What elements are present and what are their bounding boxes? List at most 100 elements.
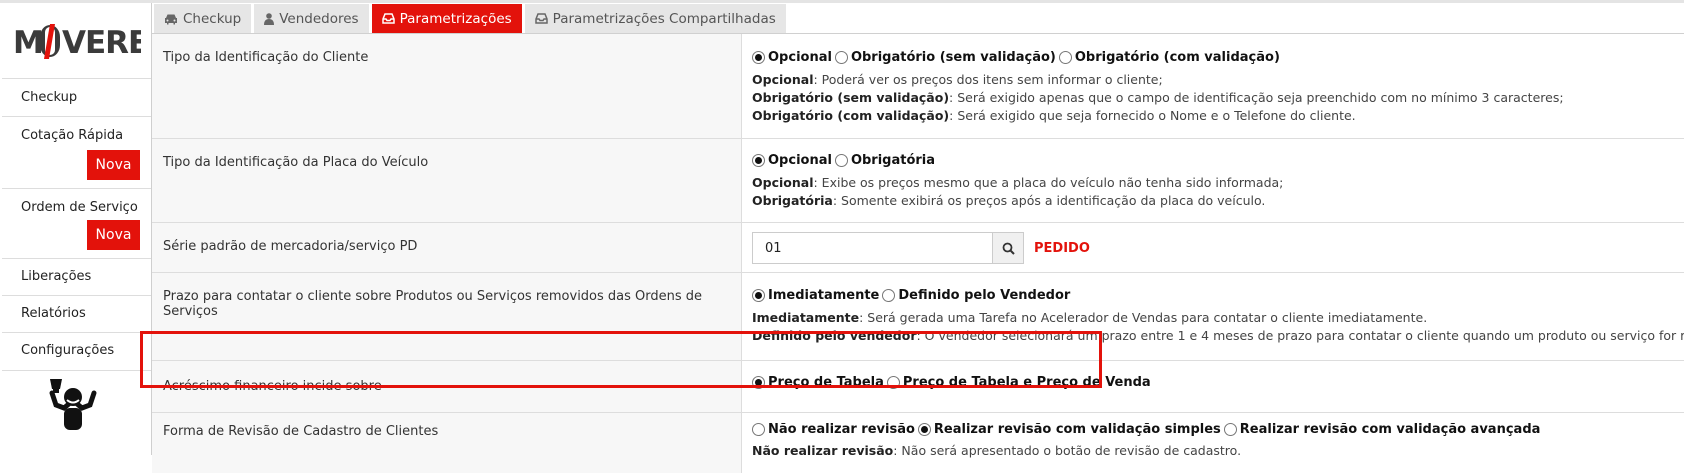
- search-button[interactable]: [993, 232, 1024, 264]
- trophy-mascot-icon: [42, 375, 104, 435]
- tab-label: Vendedores: [279, 11, 358, 27]
- description-text: : Somente exibirá os preços após a ident…: [833, 193, 1266, 208]
- description-text: : Não será apresentado o botão de revisã…: [893, 443, 1241, 458]
- sidebar-item-relatorios[interactable]: Relatórios: [2, 296, 151, 333]
- sidebar-item-liberacoes[interactable]: Liberações: [2, 259, 151, 296]
- radio-opcional[interactable]: [752, 154, 765, 167]
- top-border: [0, 0, 1684, 3]
- radio-label[interactable]: Realizar revisão com validação avançada: [1240, 422, 1541, 437]
- setting-description: Definido pelo vendedor: O vendedor selec…: [752, 328, 1684, 343]
- radio-group: Opcional Obrigatório (sem validação) Obr…: [752, 50, 1283, 65]
- radio-group: Preço de Tabela Preço de Tabela e Preço …: [752, 375, 1154, 390]
- radio-group: Imediatamente Definido pelo Vendedor: [752, 288, 1073, 303]
- inbox-icon: [382, 13, 395, 24]
- svg-text:M: M: [13, 25, 44, 60]
- settings-row-revisao-cadastro: Forma de Revisão de Cadastro de Clientes…: [152, 413, 1684, 473]
- setting-label: Tipo da Identificação da Placa do Veícul…: [152, 139, 742, 222]
- description-text: : Poderá ver os preços dos itens sem inf…: [813, 72, 1162, 87]
- sidebar-item-label: Checkup: [21, 79, 151, 105]
- radio-label[interactable]: Obrigatório (sem validação): [851, 50, 1056, 65]
- radio-obrigatorio-sem-validacao[interactable]: [835, 51, 848, 64]
- sidebar-item-label: Ordem de Serviço: [21, 189, 151, 215]
- radio-label[interactable]: Obrigatório (com validação): [1075, 50, 1280, 65]
- sidebar-item-label: Configurações: [21, 333, 151, 358]
- radio-opcional[interactable]: [752, 51, 765, 64]
- description-term: Imediatamente: [752, 310, 859, 325]
- sidebar-item-configuracoes[interactable]: Configurações: [2, 333, 151, 371]
- tab-parametrizacoes[interactable]: Parametrizações: [372, 4, 522, 33]
- sidebar-item-cotacao-rapida[interactable]: Cotação Rápida Nova: [2, 117, 151, 189]
- setting-label: Série padrão de mercadoria/serviço PD: [152, 223, 742, 272]
- setting-description: Opcional: Poderá ver os preços dos itens…: [752, 72, 1163, 87]
- settings-row-prazo-contato: Prazo para contatar o cliente sobre Prod…: [152, 273, 1684, 361]
- setting-label: Prazo para contatar o cliente sobre Prod…: [152, 273, 742, 360]
- tab-parametrizacoes-compartilhadas[interactable]: Parametrizações Compartilhadas: [525, 4, 786, 33]
- settings-row-acrescimo-financeiro: Acréscimo financeiro incide sobre Preço …: [152, 361, 1684, 413]
- radio-label[interactable]: Obrigatória: [851, 153, 935, 168]
- sidebar-item-label: Cotação Rápida: [21, 117, 151, 143]
- tab-label: Parametrizações Compartilhadas: [553, 11, 776, 27]
- radio-group: Opcional Obrigatória: [752, 153, 938, 168]
- settings-row-serie-padrao: Série padrão de mercadoria/serviço PD PE…: [152, 223, 1684, 273]
- tab-checkup[interactable]: Checkup: [154, 4, 251, 33]
- sidebar-item-ordem-de-servico[interactable]: Ordem de Serviço Nova: [2, 189, 151, 259]
- setting-label: Tipo da Identificação do Cliente: [152, 34, 742, 138]
- radio-obrigatoria[interactable]: [835, 154, 848, 167]
- setting-description: Imediatamente: Será gerada uma Tarefa no…: [752, 310, 1427, 325]
- radio-label[interactable]: Não realizar revisão: [768, 422, 915, 437]
- search-icon: [1002, 242, 1015, 255]
- description-term: Obrigatória: [752, 193, 833, 208]
- description-text: : Será exigido apenas que o campo de ide…: [949, 90, 1564, 105]
- radio-definido-pelo-vendedor[interactable]: [882, 289, 895, 302]
- setting-value: Opcional Obrigatória Opcional: Exibe os …: [742, 139, 1684, 222]
- setting-description: Obrigatória: Somente exibirá os preços a…: [752, 193, 1265, 208]
- setting-label-text: Tipo da Identificação do Cliente: [163, 50, 368, 65]
- sidebar-item-label: Liberações: [21, 259, 151, 284]
- radio-revisao-validacao-simples[interactable]: [918, 423, 931, 436]
- radio-label[interactable]: Realizar revisão com validação simples: [934, 422, 1221, 437]
- radio-group: Não realizar revisão Realizar revisão co…: [752, 422, 1543, 437]
- car-icon: [164, 13, 178, 25]
- description-term: Opcional: [752, 72, 813, 87]
- description-term: Obrigatório (com validação): [752, 108, 949, 123]
- description-text: : Será exigido que seja fornecido o Nome…: [949, 108, 1356, 123]
- pedido-label: PEDIDO: [1034, 241, 1090, 256]
- setting-description: Obrigatório (com validação): Será exigid…: [752, 108, 1356, 123]
- description-term: Não realizar revisão: [752, 443, 893, 458]
- tab-label: Parametrizações: [400, 11, 512, 27]
- description-text: : O vendedor selecionará um prazo entre …: [917, 328, 1684, 343]
- setting-value: Imediatamente Definido pelo Vendedor Ime…: [742, 273, 1684, 360]
- inbox-icon: [535, 13, 548, 24]
- settings-row-identificacao-cliente: Tipo da Identificação do Cliente Opciona…: [152, 34, 1684, 139]
- description-text: : Será gerada uma Tarefa no Acelerador d…: [859, 310, 1427, 325]
- radio-preco-de-tabela-e-venda[interactable]: [887, 376, 900, 389]
- radio-label[interactable]: Opcional: [768, 153, 832, 168]
- setting-value: Opcional Obrigatório (sem validação) Obr…: [742, 34, 1684, 138]
- radio-nao-realizar-revisao[interactable]: [752, 423, 765, 436]
- radio-obrigatorio-com-validacao[interactable]: [1059, 51, 1072, 64]
- radio-label[interactable]: Preço de Tabela: [768, 375, 884, 390]
- description-text: : Exibe os preços mesmo que a placa do v…: [813, 175, 1283, 190]
- radio-preco-de-tabela[interactable]: [752, 376, 765, 389]
- sidebar-item-checkup[interactable]: Checkup: [2, 79, 151, 117]
- settings-table: Tipo da Identificação do Cliente Opciona…: [152, 34, 1684, 473]
- setting-label: Acréscimo financeiro incide sobre: [152, 361, 742, 412]
- settings-row-identificacao-placa: Tipo da Identificação da Placa do Veícul…: [152, 139, 1684, 223]
- serie-input[interactable]: [752, 232, 993, 264]
- setting-description: Opcional: Exibe os preços mesmo que a pl…: [752, 175, 1283, 190]
- logo[interactable]: M VERE: [2, 3, 151, 79]
- radio-label[interactable]: Definido pelo Vendedor: [898, 288, 1070, 303]
- radio-label[interactable]: Opcional: [768, 50, 832, 65]
- new-badge: Nova: [87, 150, 140, 180]
- setting-label-text: Série padrão de mercadoria/serviço PD: [163, 239, 417, 254]
- radio-imediatamente[interactable]: [752, 289, 765, 302]
- setting-description: Obrigatório (sem validação): Será exigid…: [752, 90, 1564, 105]
- sidebar: M VERE Checkup Cotação Rápida Nova Ordem…: [2, 3, 152, 455]
- radio-label[interactable]: Preço de Tabela e Preço de Venda: [903, 375, 1151, 390]
- radio-label[interactable]: Imediatamente: [768, 288, 879, 303]
- setting-label-text: Forma de Revisão de Cadastro de Clientes: [163, 424, 438, 439]
- movere-logo-icon: M VERE: [13, 22, 141, 60]
- radio-revisao-validacao-avancada[interactable]: [1224, 423, 1237, 436]
- tab-vendedores[interactable]: Vendedores: [254, 4, 368, 33]
- description-term: Obrigatório (sem validação): [752, 90, 949, 105]
